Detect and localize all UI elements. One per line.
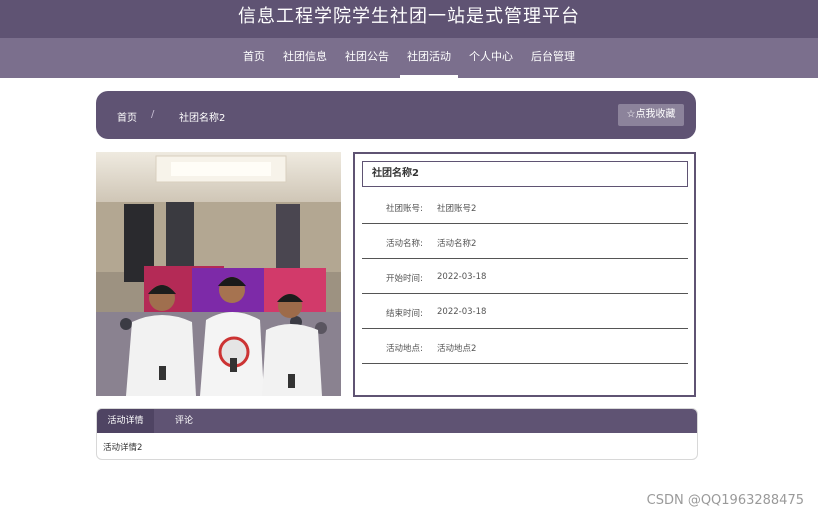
breadcrumb-bar: 首页 / 社团名称2 ☆点我收藏: [96, 91, 696, 139]
nav-item-admin[interactable]: 后台管理: [522, 38, 584, 78]
tab-bar: 活动详情 评论: [97, 409, 697, 433]
detail-label: 活动地点:: [386, 344, 423, 354]
detail-label: 社团账号:: [386, 204, 423, 214]
site-title: 信息工程学院学生社团一站是式管理平台: [238, 6, 580, 27]
club-detail-panel: 社团名称2 社团账号: 社团账号2 活动名称: 活动名称2 开始时间: 2022…: [353, 152, 696, 397]
detail-label: 结束时间:: [386, 309, 423, 319]
detail-value: 活动名称2: [437, 239, 477, 249]
nav-item-home[interactable]: 首页: [234, 38, 274, 78]
tab-comments[interactable]: 评论: [175, 409, 193, 433]
detail-label: 开始时间:: [386, 274, 423, 284]
detail-row-activity-name: 活动名称: 活动名称2: [362, 224, 688, 259]
detail-row-start-time: 开始时间: 2022-03-18: [362, 259, 688, 294]
nav-item-personal-center[interactable]: 个人中心: [460, 38, 522, 78]
detail-value: 活动地点2: [437, 344, 477, 354]
tab-activity-details[interactable]: 活动详情: [97, 409, 154, 433]
detail-value: 2022-03-18: [437, 307, 487, 317]
activity-photo-image: [96, 152, 341, 396]
nav-item-club-info[interactable]: 社团信息: [274, 38, 336, 78]
breadcrumb-home[interactable]: 首页: [117, 109, 137, 124]
activity-photo: [96, 152, 341, 396]
breadcrumb-current: 社团名称2: [179, 113, 226, 124]
nav-item-club-notice[interactable]: 社团公告: [336, 38, 398, 78]
detail-tabs: 活动详情 评论 活动详情2: [96, 408, 698, 460]
detail-row-account: 社团账号: 社团账号2: [362, 189, 688, 224]
favorite-button[interactable]: ☆点我收藏: [618, 104, 684, 126]
detail-value: 社团账号2: [437, 204, 477, 214]
watermark: CSDN @QQ1963288475: [646, 493, 804, 508]
detail-row-end-time: 结束时间: 2022-03-18: [362, 294, 688, 329]
main-nav: 首页 社团信息 社团公告 社团活动 个人中心 后台管理: [0, 38, 818, 78]
detail-row-location: 活动地点: 活动地点2: [362, 329, 688, 364]
tab-content: 活动详情2: [103, 443, 143, 453]
detail-label: 活动名称:: [386, 239, 423, 249]
detail-value: 2022-03-18: [437, 272, 487, 282]
site-header: 信息工程学院学生社团一站是式管理平台: [0, 0, 818, 38]
breadcrumb-separator: /: [151, 109, 155, 120]
nav-item-club-activity[interactable]: 社团活动: [398, 38, 460, 78]
club-name: 社团名称2: [362, 161, 688, 187]
